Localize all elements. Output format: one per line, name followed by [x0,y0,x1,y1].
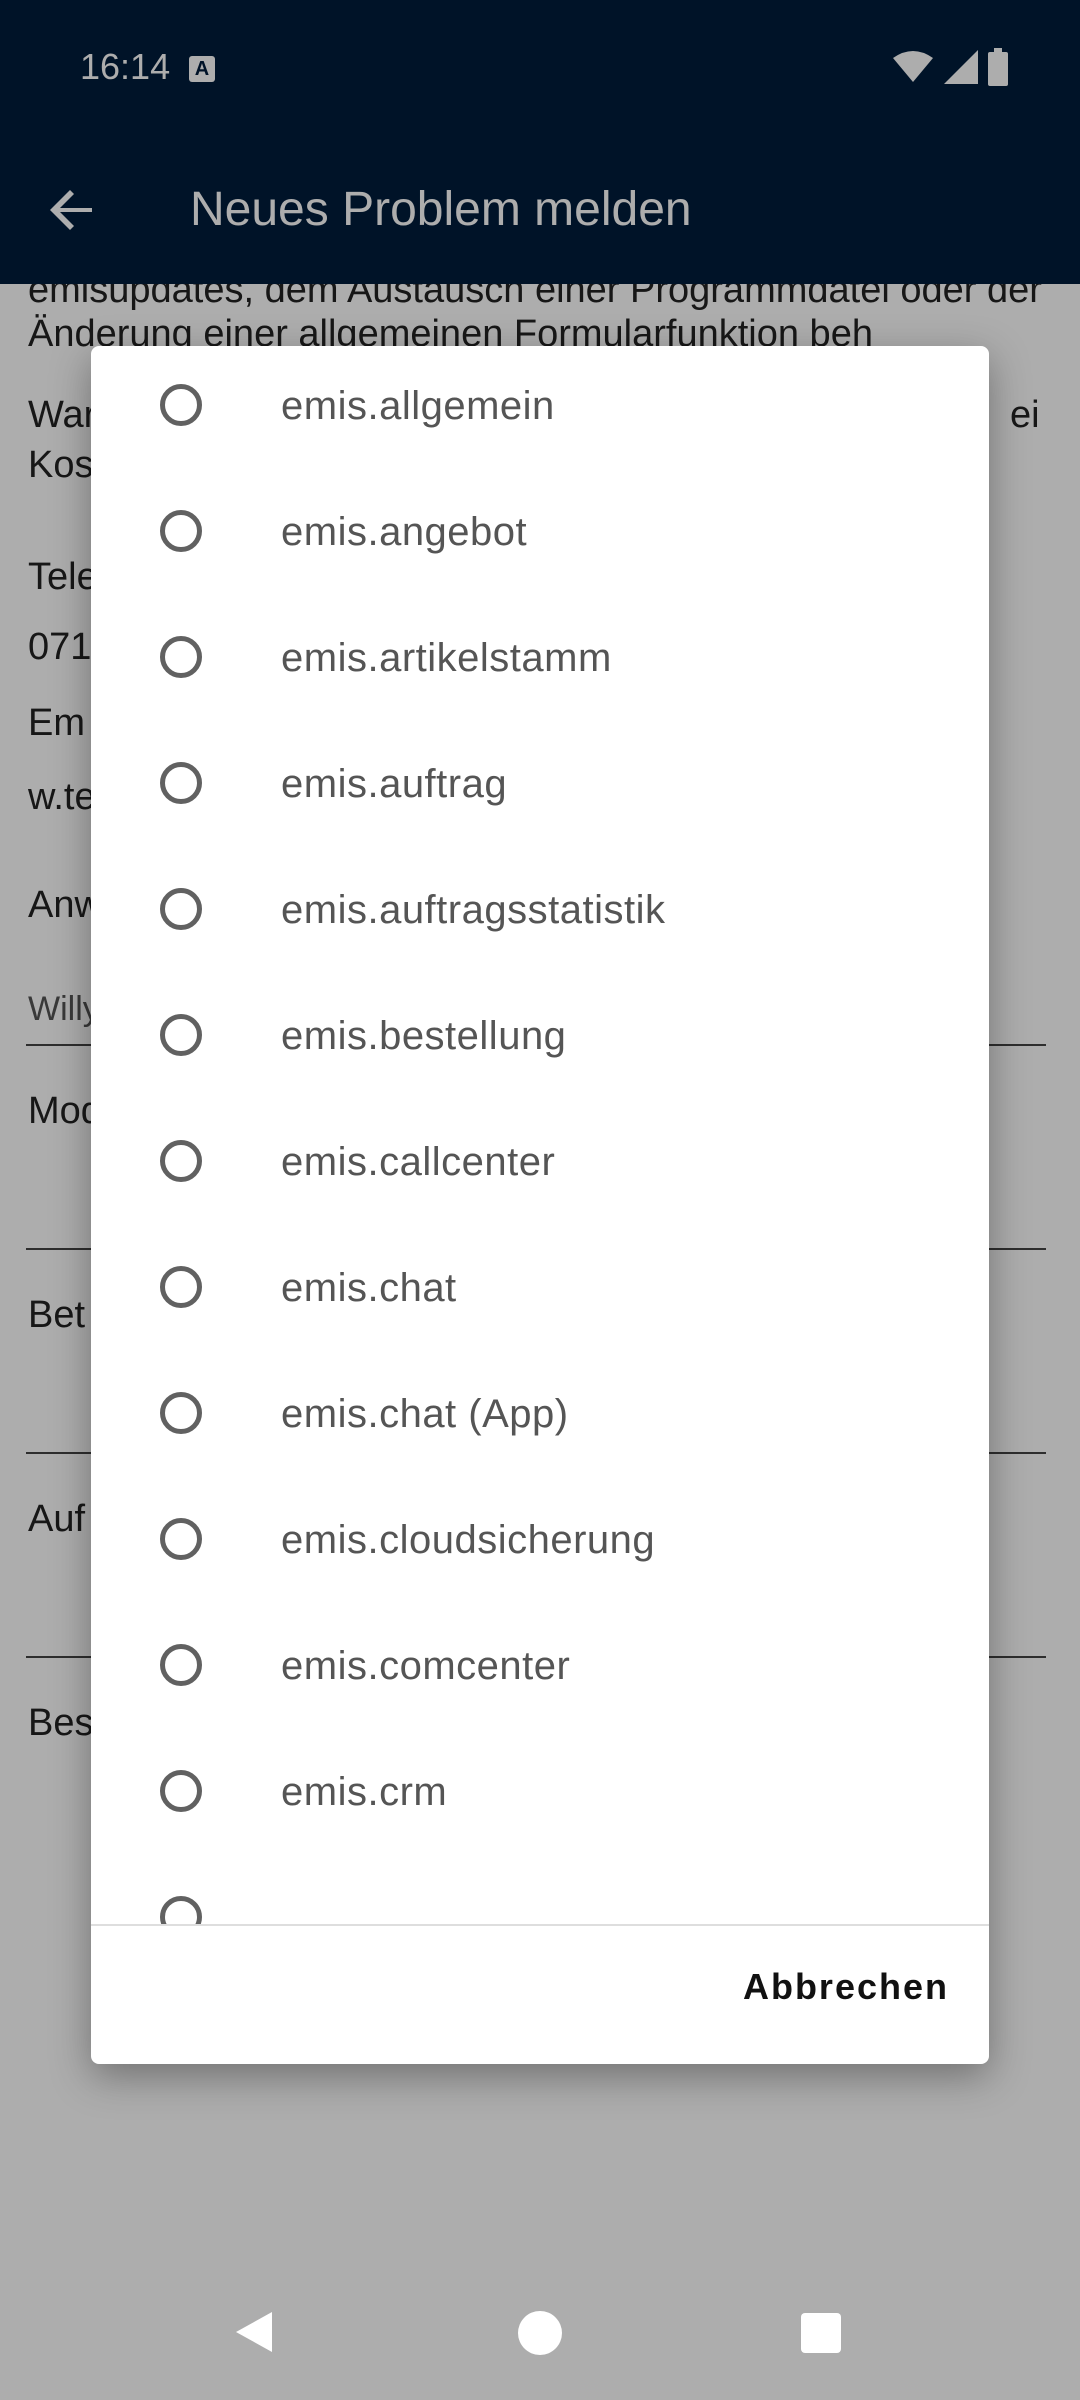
cancel-button[interactable]: Abbrechen [743,1966,949,2008]
option-list: emis.allgemein emis.angebot emis.artikel… [91,346,989,1924]
option-label: emis.callcenter [281,1140,556,1184]
radio-unchecked-icon[interactable] [160,1392,202,1434]
option-label: emis.auftrag [281,762,508,806]
radio-unchecked-icon[interactable] [160,1644,202,1686]
option-label: emis.artikelstamm [281,636,612,680]
radio-unchecked-icon[interactable] [160,1518,202,1560]
option-item-partial[interactable] [91,1858,989,1924]
option-label: emis.auftragsstatistik [281,888,666,932]
option-item[interactable]: emis.angebot [91,472,989,598]
option-label: emis.angebot [281,510,528,554]
option-item[interactable]: emis.comcenter [91,1606,989,1732]
option-label: emis.cloudsicherung [281,1518,656,1562]
option-item[interactable]: emis.chat (App) [91,1354,989,1480]
navigation-bar [0,2260,1080,2400]
radio-unchecked-icon[interactable] [160,1014,202,1056]
radio-unchecked-icon[interactable] [160,1266,202,1308]
option-item[interactable]: emis.auftragsstatistik [91,850,989,976]
radio-unchecked-icon[interactable] [160,510,202,552]
nav-back-icon[interactable] [232,2310,276,2354]
radio-unchecked-icon[interactable] [160,888,202,930]
option-label: emis.bestellung [281,1014,567,1058]
option-item[interactable]: emis.artikelstamm [91,598,989,724]
radio-unchecked-icon[interactable] [160,1140,202,1182]
radio-unchecked-icon[interactable] [160,1770,202,1812]
option-label: emis.crm [281,1770,448,1814]
option-item[interactable]: emis.crm [91,1732,989,1858]
option-item[interactable]: emis.bestellung [91,976,989,1102]
option-item[interactable]: emis.cloudsicherung [91,1480,989,1606]
option-item[interactable]: emis.auftrag [91,724,989,850]
radio-unchecked-icon[interactable] [160,384,202,426]
nav-recents-icon[interactable] [800,2312,842,2354]
radio-unchecked-icon[interactable] [160,1896,202,1924]
radio-unchecked-icon[interactable] [160,636,202,678]
radio-unchecked-icon[interactable] [160,762,202,804]
module-picker-dialog: emis.allgemein emis.angebot emis.artikel… [91,346,989,2064]
nav-home-icon[interactable] [517,2310,563,2356]
option-label: emis.chat [281,1266,457,1310]
option-item[interactable]: emis.callcenter [91,1102,989,1228]
option-item[interactable]: emis.allgemein [91,346,989,472]
scrim-top [0,0,1080,284]
option-label: emis.chat (App) [281,1392,569,1436]
option-label: emis.allgemein [281,384,555,428]
dialog-divider [91,1924,989,1926]
option-label: emis.comcenter [281,1644,571,1688]
option-item[interactable]: emis.chat [91,1228,989,1354]
